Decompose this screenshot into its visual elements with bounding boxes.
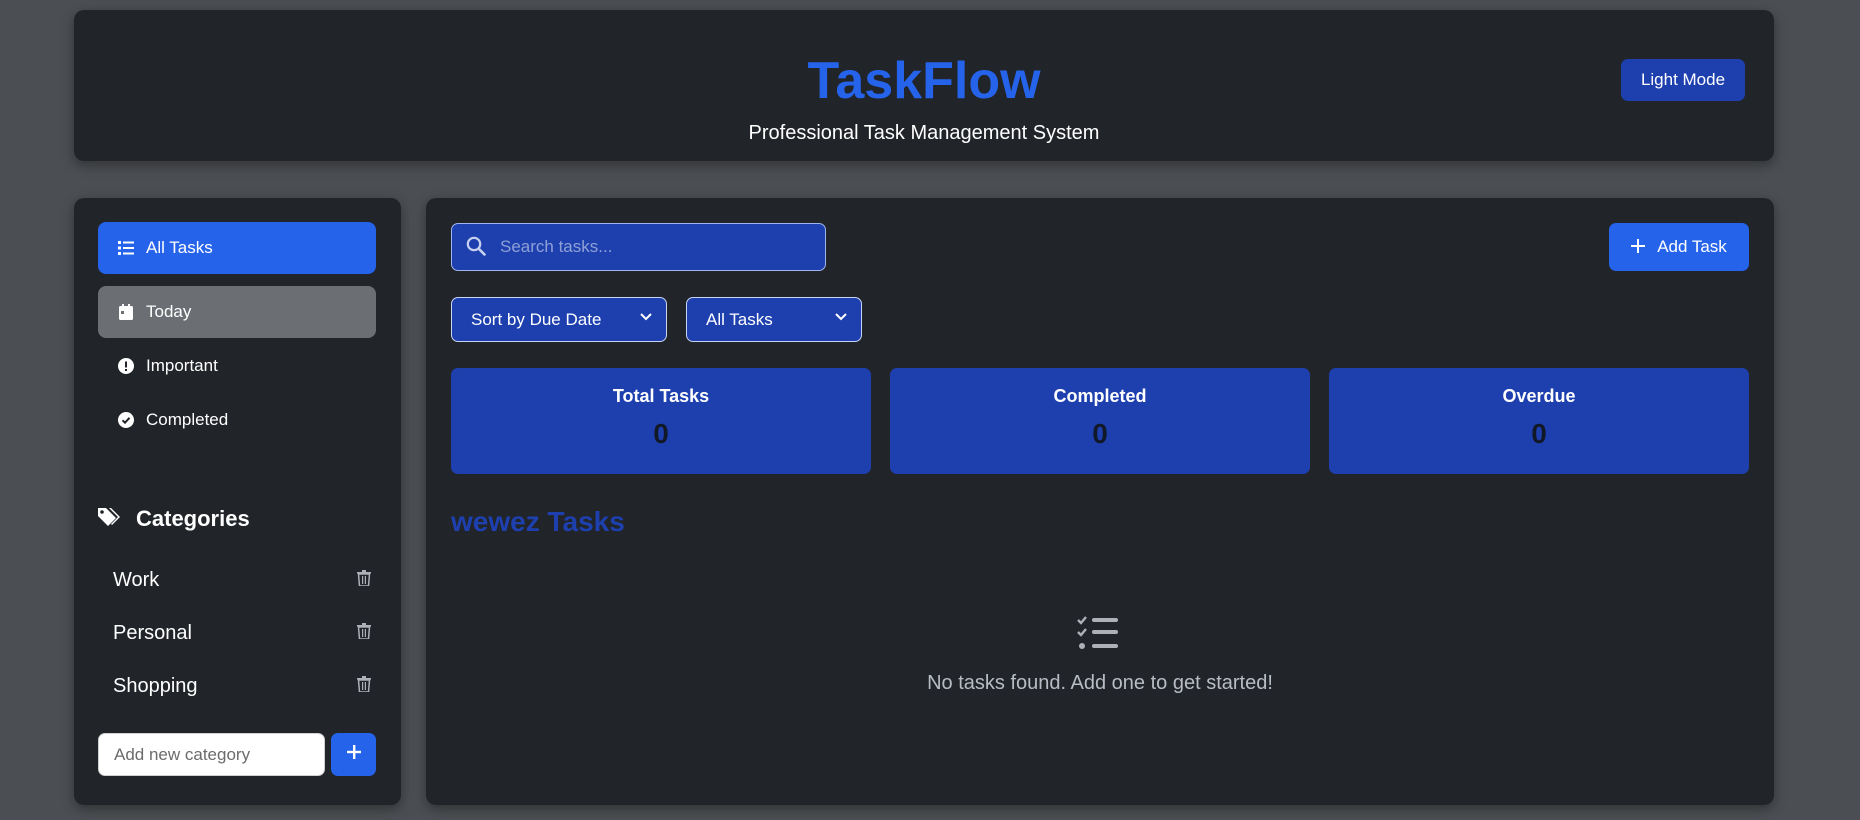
categories-heading-label: Categories <box>136 506 250 531</box>
trash-icon[interactable] <box>357 623 375 643</box>
filter-select-value: All Tasks <box>706 309 773 329</box>
category-label: Work <box>113 568 160 591</box>
add-category-button[interactable] <box>331 733 376 776</box>
category-item-work[interactable]: Work <box>113 560 375 600</box>
category-item-shopping[interactable]: Shopping <box>113 666 375 706</box>
category-label: Personal <box>113 621 192 644</box>
trash-icon[interactable] <box>357 570 375 590</box>
stat-label: Overdue <box>1502 386 1576 406</box>
nav-important[interactable]: Important <box>98 340 376 392</box>
category-item-personal[interactable]: Personal <box>113 613 375 653</box>
exclamation-circle-icon <box>116 356 136 376</box>
nav-today[interactable]: Today <box>98 286 376 338</box>
stat-label: Total Tasks <box>612 386 710 406</box>
stat-card-total: Total Tasks 0 <box>451 368 871 474</box>
plus-icon <box>346 744 362 765</box>
stat-value: 0 <box>653 418 669 449</box>
main-panel: Add Task Sort by Due Date All Tasks Tota… <box>426 198 1774 805</box>
tags-icon <box>98 507 124 531</box>
app-header: TaskFlow Professional Task Management Sy… <box>74 10 1774 161</box>
sort-select[interactable]: Sort by Due Date <box>451 297 667 342</box>
search-box[interactable] <box>451 223 826 271</box>
calendar-icon <box>116 302 136 322</box>
nav-all-tasks[interactable]: All Tasks <box>98 222 376 274</box>
categories-heading: Categories <box>98 506 250 532</box>
empty-state-message: No tasks found. Add one to get started! <box>927 672 1273 694</box>
add-task-button[interactable]: Add Task <box>1609 223 1749 271</box>
stat-label: Completed <box>1053 386 1147 406</box>
tasks-list-icon <box>1077 616 1123 654</box>
add-task-label: Add Task <box>1657 237 1727 256</box>
search-input[interactable] <box>498 236 818 258</box>
nav-label: Completed <box>146 410 229 429</box>
list-icon <box>116 238 136 258</box>
sidebar: All Tasks Today Important Completed Cate… <box>74 198 401 805</box>
stat-value: 0 <box>1531 418 1547 449</box>
category-label: Shopping <box>113 674 198 697</box>
stat-card-completed: Completed 0 <box>890 368 1310 474</box>
nav-label: Today <box>146 302 192 321</box>
new-category-input[interactable] <box>98 733 325 776</box>
theme-toggle-button[interactable]: Light Mode <box>1621 59 1745 101</box>
sort-select-value: Sort by Due Date <box>471 309 602 329</box>
trash-icon[interactable] <box>357 676 375 696</box>
nav-label: Important <box>146 356 218 375</box>
stat-value: 0 <box>1092 418 1108 449</box>
nav-completed[interactable]: Completed <box>98 394 376 446</box>
app-title: TaskFlow <box>807 52 1041 110</box>
nav-label: All Tasks <box>146 238 213 257</box>
plus-icon <box>1631 239 1647 255</box>
stat-card-overdue: Overdue 0 <box>1329 368 1749 474</box>
search-icon <box>466 236 488 258</box>
chevron-down-icon <box>640 312 654 327</box>
filter-select[interactable]: All Tasks <box>686 297 862 342</box>
task-list-title: wewez Tasks <box>451 506 625 537</box>
check-circle-icon <box>116 410 136 430</box>
app-subtitle: Professional Task Management System <box>748 122 1100 144</box>
chevron-down-icon <box>835 312 849 327</box>
